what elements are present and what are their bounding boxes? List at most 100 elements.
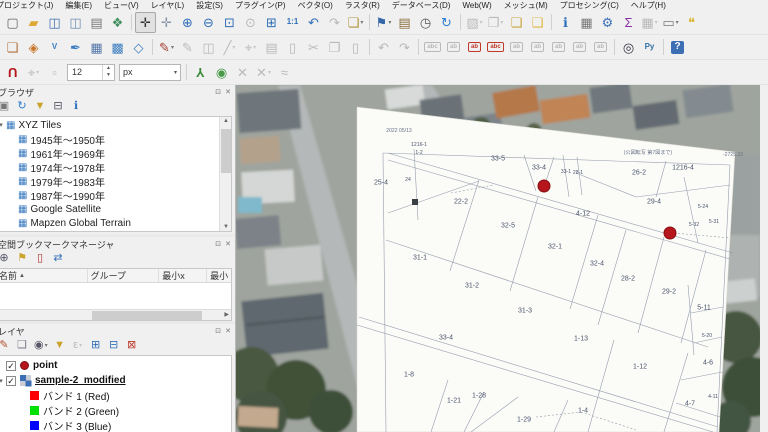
- menu-item-r[interactable]: ラスタ(R): [339, 0, 386, 11]
- point-feature[interactable]: [663, 226, 677, 240]
- import-export-bookmarks-button[interactable]: ⇄: [50, 251, 66, 267]
- data-source-manager-button[interactable]: ❏: [2, 37, 23, 58]
- filter-legend-button[interactable]: ▼: [52, 338, 68, 354]
- map-canvas[interactable]: 2022 05/13 (公図転写 第7図まで) -2725.33 1216-1 1-2 2…: [236, 85, 760, 432]
- select-by-form-button[interactable]: ❏: [527, 12, 548, 33]
- bookmark-close-icon[interactable]: ✕: [225, 240, 231, 248]
- zoom-last-button[interactable]: ↶: [303, 12, 324, 33]
- new-spatialite-layer-button[interactable]: ▦: [86, 37, 107, 58]
- browser-add-layer-button[interactable]: ▣: [0, 99, 12, 115]
- new-geopackage-layer-button[interactable]: ◈: [23, 37, 44, 58]
- topological-editing-button[interactable]: Y: [190, 62, 211, 83]
- new-map-view-button[interactable]: ❏ ▾: [345, 12, 366, 33]
- style-manager-button[interactable]: ❖: [107, 12, 128, 33]
- menu-item-webw[interactable]: Web(W): [456, 1, 497, 10]
- browser-item[interactable]: ▦ 1979年～1983年: [0, 174, 219, 189]
- layer-checkbox[interactable]: ✓: [6, 375, 16, 386]
- pan-to-selection-button[interactable]: ✛: [156, 12, 177, 33]
- spin-down-icon[interactable]: ▼: [103, 72, 114, 79]
- browser-collapse-all-button[interactable]: ⊟: [50, 99, 66, 115]
- snap-tolerance-input[interactable]: 12 ▲ ▼: [67, 63, 115, 81]
- bookmark-hscrollbar[interactable]: ▶: [0, 309, 231, 320]
- zoom-in-button[interactable]: ⊕: [177, 12, 198, 33]
- new-project-button[interactable]: ▢: [2, 12, 23, 33]
- statistical-summary-button[interactable]: ▦: [576, 12, 597, 33]
- hscroll-thumb[interactable]: [92, 311, 202, 320]
- remove-layer-button[interactable]: ⊠: [124, 338, 140, 354]
- spinner-arrows[interactable]: ▲ ▼: [102, 64, 114, 80]
- browser-item[interactable]: ▦ Google Satellite: [0, 202, 219, 216]
- processing-toolbox-button[interactable]: ⚙: [597, 12, 618, 33]
- add-group-button[interactable]: ❏: [14, 338, 30, 354]
- browser-item-xyz-tiles[interactable]: ▾ ▦ XYZ Tiles: [0, 118, 219, 132]
- bookmark-float-icon[interactable]: ⊡: [215, 240, 221, 248]
- menu-item-v[interactable]: ビュー(V): [98, 0, 145, 11]
- measure-button[interactable]: ▭ ▾: [660, 12, 681, 33]
- browser-item[interactable]: ▦ 1961年～1969年: [0, 146, 219, 161]
- browser-float-icon[interactable]: ⊡: [215, 88, 221, 96]
- new-print-layout-button[interactable]: ▤: [86, 12, 107, 33]
- add-bookmark-button[interactable]: ⚑: [14, 251, 30, 267]
- new-virtual-layer-button[interactable]: ◇: [128, 37, 149, 58]
- browser-properties-button[interactable]: ℹ: [68, 99, 84, 115]
- browser-scrollbar[interactable]: ▲ ▼: [219, 117, 231, 231]
- browser-close-icon[interactable]: ✕: [225, 88, 231, 96]
- layer-item-point[interactable]: ✓ point: [0, 358, 231, 373]
- browser-item[interactable]: ▦ Mapzen Global Terrain: [0, 216, 219, 230]
- georeferencer-button[interactable]: ▩: [107, 37, 128, 58]
- temporal-controller-button[interactable]: ◷: [415, 12, 436, 33]
- zoom-out-button[interactable]: ⊖: [198, 12, 219, 33]
- save-project-as-button[interactable]: ◫: [65, 12, 86, 33]
- manage-map-themes-button[interactable]: ◉ ▾: [32, 338, 50, 354]
- bookmark-column-header[interactable]: 最小x: [159, 269, 208, 282]
- new-spatial-bookmark-button[interactable]: ⚑ ▾: [373, 12, 394, 33]
- pin-unpin-labels-button[interactable]: ab: [464, 37, 485, 58]
- enable-snapping-button[interactable]: U: [2, 62, 23, 83]
- python-console-button[interactable]: Py: [639, 37, 660, 58]
- zoom-native-button[interactable]: 1:1: [282, 12, 303, 33]
- show-spatial-bookmarks-button[interactable]: ▤: [394, 12, 415, 33]
- point-feature[interactable]: [537, 179, 551, 193]
- menu-item-h[interactable]: ヘルプ(H): [625, 0, 672, 11]
- menu-item-p[interactable]: プラグイン(P): [229, 0, 292, 11]
- menu-item-d[interactable]: データベース(D): [386, 0, 457, 11]
- scroll-up-icon[interactable]: ▲: [220, 118, 232, 124]
- new-temporary-scratch-layer-button[interactable]: ✒: [65, 37, 86, 58]
- map-tips-button[interactable]: ❝: [681, 12, 702, 33]
- highlight-pinned-labels-button[interactable]: abc: [485, 37, 506, 58]
- layers-close-icon[interactable]: ✕: [225, 327, 231, 335]
- spin-up-icon[interactable]: ▲: [103, 65, 114, 72]
- scroll-down-icon[interactable]: ▼: [220, 224, 232, 230]
- hscroll-right-icon[interactable]: ▶: [224, 311, 229, 318]
- expand-all-button[interactable]: ⊞: [88, 338, 104, 354]
- menu-item-o[interactable]: ベクタ(O): [292, 0, 339, 11]
- identify-features-button[interactable]: ℹ: [555, 12, 576, 33]
- menu-item-s[interactable]: 設定(S): [190, 0, 229, 11]
- bookmark-column-header[interactable]: 名前 ▲: [0, 269, 88, 282]
- current-edits-button[interactable]: ✎ ▾: [156, 37, 177, 58]
- bookmark-column-header[interactable]: グループ: [88, 269, 160, 282]
- metasearch-button[interactable]: ◎: [618, 37, 639, 58]
- browser-item[interactable]: ▦ 1945年～1950年: [0, 132, 219, 147]
- save-project-button[interactable]: ◫: [44, 12, 65, 33]
- show-statistics-button[interactable]: Σ: [618, 12, 639, 33]
- menu-item-e[interactable]: 編集(E): [59, 0, 98, 11]
- layers-float-icon[interactable]: ⊡: [215, 327, 221, 335]
- pan-map-button[interactable]: ✛: [135, 11, 156, 33]
- menu-item-l[interactable]: レイヤ(L): [145, 0, 191, 11]
- bookmark-column-header[interactable]: 最小: [207, 269, 231, 282]
- open-layer-styling-button[interactable]: ✎: [0, 338, 12, 354]
- browser-item[interactable]: ▦ 1987年～1990年: [0, 188, 219, 203]
- menu-item-c[interactable]: プロセシング(C): [554, 0, 625, 11]
- delete-bookmark-button[interactable]: ▯: [32, 251, 48, 267]
- open-project-button[interactable]: ▰: [23, 12, 44, 33]
- browser-refresh-button[interactable]: ↻: [14, 99, 30, 115]
- layer-checkbox[interactable]: ✓: [6, 360, 16, 371]
- menu-item-m[interactable]: メッシュ(M): [498, 0, 554, 11]
- refresh-map-button[interactable]: ↻: [436, 12, 457, 33]
- zoom-to-layer-button[interactable]: ⊞: [261, 12, 282, 33]
- scroll-thumb[interactable]: [221, 129, 231, 173]
- new-shapefile-layer-button[interactable]: V: [44, 37, 65, 58]
- snap-units-select[interactable]: px ▾: [119, 63, 181, 81]
- browser-item[interactable]: ▦ 1974年～1978年: [0, 160, 219, 175]
